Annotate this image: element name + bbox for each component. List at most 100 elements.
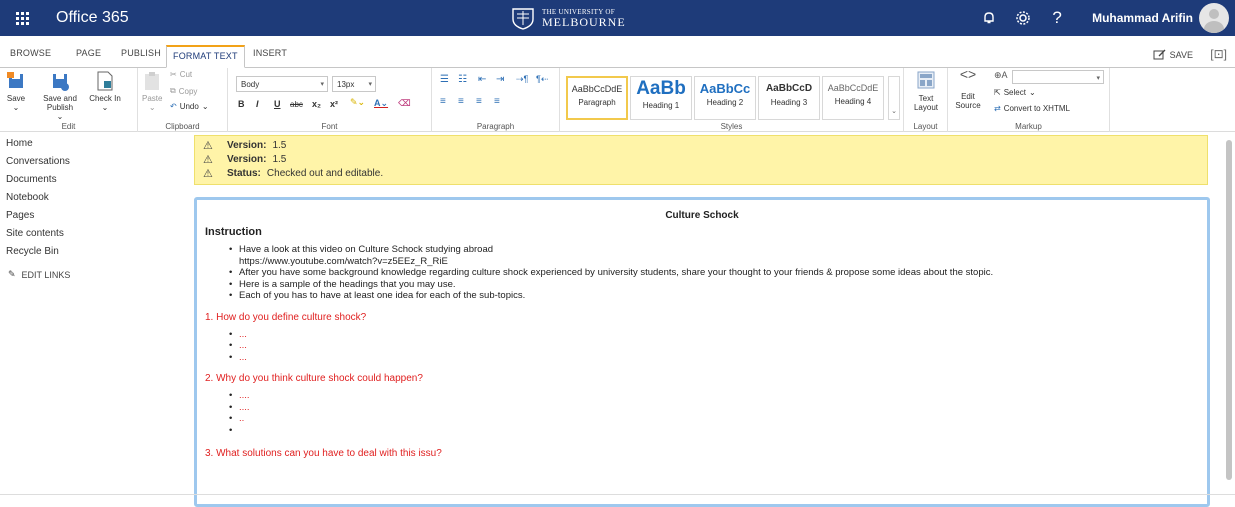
gear-icon[interactable]	[1006, 0, 1040, 36]
group-label-font: Font	[321, 122, 338, 131]
scissors-icon: ✂	[170, 70, 177, 79]
warning-icon: ⚠	[203, 168, 213, 180]
list-item: ..	[229, 413, 1199, 425]
save-button[interactable]: SAVE	[1153, 49, 1193, 60]
bell-icon[interactable]	[972, 0, 1006, 36]
styles-expand-icon[interactable]: ⌄	[888, 76, 900, 120]
subscript-button[interactable]: x₂	[312, 99, 321, 109]
vertical-scrollbar[interactable]	[1226, 140, 1233, 480]
strikethrough-button[interactable]: abc	[290, 100, 303, 109]
clear-format-icon[interactable]: ⌫	[398, 98, 411, 109]
convert-xhtml-button[interactable]: ⇄ Convert to XHTML	[994, 104, 1070, 113]
font-color-icon[interactable]: A⌄	[374, 98, 388, 109]
save-and-publish-button[interactable]: Save and Publish ⌄	[36, 70, 84, 121]
nav-item-pages[interactable]: Pages	[0, 207, 190, 225]
ltr-icon[interactable]: ⇢¶	[516, 74, 528, 85]
outdent-icon[interactable]: ⇤	[478, 74, 486, 85]
save-ribbon-button[interactable]: Save ⌄	[6, 70, 26, 112]
list-item: Have a look at this video on Culture Sch…	[229, 244, 1199, 267]
rtl-icon[interactable]: ¶⇠	[536, 74, 548, 85]
nav-item-conversations[interactable]: Conversations	[0, 153, 190, 171]
video-link[interactable]: https://www.youtube.com/watch?v=z5EEz_R_…	[239, 256, 448, 267]
align-left-icon[interactable]: ≡	[440, 96, 446, 107]
tab-insert[interactable]: INSERT	[253, 48, 287, 58]
italic-button[interactable]: I	[256, 99, 259, 109]
warning-icon: ⚠	[203, 140, 213, 152]
ribbon-group-layout: Text Layout Layout	[904, 68, 948, 132]
style-heading-2[interactable]: AaBbCc Heading 2	[694, 76, 756, 120]
question-2-list: .... .... ..	[229, 390, 1199, 436]
undo-button[interactable]: ↶ Undo ⌄	[170, 102, 209, 111]
status-line: ⚠ Version: 1.5	[203, 140, 287, 152]
app-launcher-icon[interactable]	[0, 0, 44, 36]
paste-icon	[145, 72, 160, 90]
paste-button[interactable]: Paste ⌄	[142, 70, 162, 112]
cursor-icon: ⇱	[994, 88, 1001, 97]
list-item: Here is a sample of the headings that yo…	[229, 279, 1199, 291]
ribbon-group-edit: Save ⌄ Save and Publish ⌄ Check In ⌄ Edit	[0, 68, 138, 132]
style-heading-3[interactable]: AaBbCcD Heading 3	[758, 76, 820, 120]
justify-icon[interactable]: ≡	[494, 96, 500, 107]
user-name[interactable]: Muhammad Arifin	[1092, 11, 1193, 25]
cut-button[interactable]: ✂ Cut	[170, 70, 192, 79]
tab-page[interactable]: PAGE	[76, 48, 101, 58]
group-label-clipboard: Clipboard	[165, 122, 200, 131]
superscript-button[interactable]: x²	[330, 99, 338, 109]
nav-item-documents[interactable]: Documents	[0, 171, 190, 189]
list-item: ...	[229, 352, 1199, 364]
crest-icon	[512, 8, 534, 30]
edit-source-button[interactable]: <> Edit Source	[954, 66, 982, 110]
edit-links-button[interactable]: ✎ EDIT LINKS	[0, 269, 190, 280]
ribbon: Save ⌄ Save and Publish ⌄ Check In ⌄ Edit P…	[0, 66, 1235, 132]
nav-item-recycle-bin[interactable]: Recycle Bin	[0, 243, 190, 261]
group-label-paragraph: Paragraph	[476, 122, 515, 131]
rich-text-editor[interactable]: Culture Schock Instruction Have a look a…	[194, 197, 1210, 507]
nav-item-home[interactable]: Home	[0, 135, 190, 153]
scrollbar-thumb[interactable]	[1226, 140, 1232, 480]
chevron-down-icon: ▾	[368, 81, 372, 88]
question-3: 3. What solutions can you have to deal w…	[205, 448, 442, 459]
university-logo[interactable]: THE UNIVERSITY OF MELBOURNE	[510, 5, 626, 31]
bold-button[interactable]: B	[238, 99, 245, 109]
convert-icon: ⇄	[994, 104, 1001, 113]
markup-styles-select[interactable]: ▾	[1012, 70, 1104, 84]
underline-button[interactable]: U	[274, 99, 281, 109]
list-item: Each of you has to have at least one ide…	[229, 290, 1199, 302]
font-size-select[interactable]: 13px ▾	[332, 76, 376, 92]
group-label-layout: Layout	[913, 122, 938, 131]
align-right-icon[interactable]: ≡	[476, 96, 482, 107]
save-publish-icon	[53, 74, 69, 91]
language-icon[interactable]: ⊕A	[994, 70, 1008, 81]
instruction-list: Have a look at this video on Culture Sch…	[229, 244, 1199, 302]
nav-item-site-contents[interactable]: Site contents	[0, 225, 190, 243]
check-in-button[interactable]: Check In ⌄	[88, 70, 122, 112]
bullet-list-icon[interactable]: ☰	[440, 74, 449, 85]
select-button[interactable]: ⇱ Select ⌄	[994, 88, 1036, 97]
highlight-icon[interactable]: ✎⌄	[350, 97, 365, 108]
ribbon-group-paragraph: ☰ ☷ ⇤ ⇥ ⇢¶ ¶⇠ ≡ ≡ ≡ ≡ Paragraph	[432, 68, 560, 132]
indent-icon[interactable]: ⇥	[496, 74, 504, 85]
tab-browse[interactable]: BROWSE	[10, 48, 51, 58]
style-heading-1[interactable]: AaBb Heading 1	[630, 76, 692, 120]
help-icon[interactable]: ?	[1040, 0, 1074, 36]
tab-publish[interactable]: PUBLISH	[121, 48, 161, 58]
style-heading-4[interactable]: AaBbCcDdE Heading 4	[822, 76, 884, 120]
app-name[interactable]: Office 365	[56, 9, 129, 27]
code-icon: <>	[959, 66, 977, 82]
copy-icon: ⧉	[170, 86, 176, 95]
avatar[interactable]	[1199, 3, 1229, 33]
text-layout-button[interactable]: Text Layout	[910, 70, 942, 112]
document-title: Culture Schock	[665, 210, 739, 221]
align-center-icon[interactable]: ≡	[458, 96, 464, 107]
style-paragraph[interactable]: AaBbCcDdE Paragraph	[566, 76, 628, 120]
tab-format-text[interactable]: FORMAT TEXT	[166, 45, 245, 68]
ribbon-tab-bar: BROWSE PAGE PUBLISH FORMAT TEXT INSERT S…	[0, 45, 1235, 68]
nav-item-notebook[interactable]: Notebook	[0, 189, 190, 207]
font-family-select[interactable]: Body ▾	[236, 76, 328, 92]
ribbon-group-markup: <> Edit Source ⊕A ▾ ⇱ Select ⌄ ⇄ Convert to…	[948, 66, 1110, 132]
instruction-heading: Instruction	[205, 226, 262, 238]
number-list-icon[interactable]: ☷	[458, 74, 467, 85]
copy-button[interactable]: ⧉ Copy	[170, 86, 197, 96]
chevron-down-icon: ▾	[1096, 75, 1100, 82]
focus-content-icon[interactable]: [⊡]	[1210, 47, 1227, 61]
